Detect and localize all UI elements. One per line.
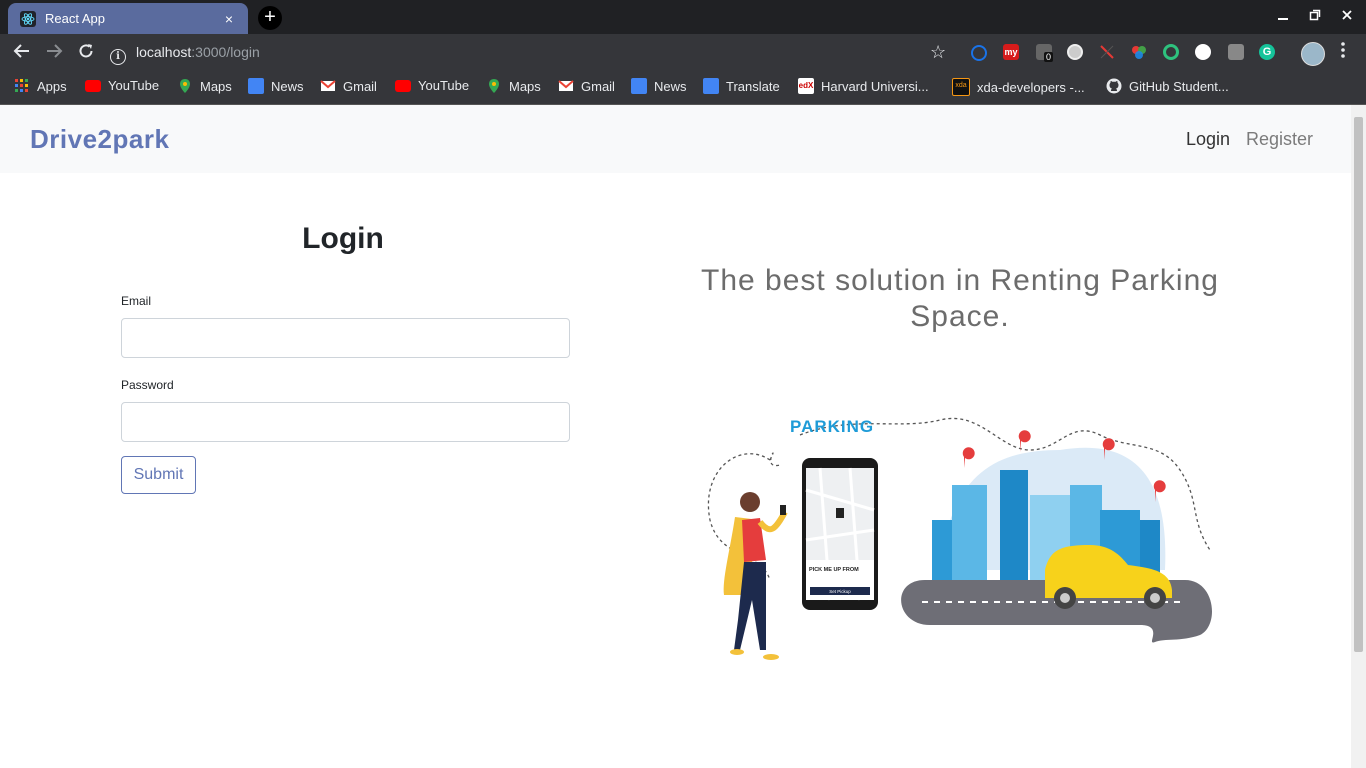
extension-white-icon[interactable] bbox=[1195, 44, 1211, 60]
bookmark-label: Apps bbox=[37, 78, 67, 94]
page-scrollbar[interactable] bbox=[1351, 105, 1366, 768]
parking-illustration: PARKING PICK ME UP FROM Set Pickup bbox=[707, 417, 1212, 660]
city-scene bbox=[901, 430, 1212, 643]
bookmark-youtube[interactable]: YouTube bbox=[395, 78, 469, 93]
forward-icon[interactable] bbox=[43, 42, 65, 62]
grammarly-icon[interactable]: G bbox=[1259, 44, 1275, 60]
bookmark-label: Gmail bbox=[343, 78, 377, 94]
bookmark-news[interactable]: News bbox=[631, 78, 687, 94]
maps-icon bbox=[180, 79, 190, 93]
bookmark-github[interactable]: GitHub Student... bbox=[1106, 78, 1229, 94]
extension-record-icon[interactable] bbox=[1067, 44, 1083, 60]
youtube-icon bbox=[395, 79, 411, 92]
bookmark-maps[interactable]: Maps bbox=[177, 78, 232, 94]
email-input[interactable] bbox=[121, 318, 570, 358]
minimize-icon[interactable] bbox=[1273, 8, 1293, 24]
bookmark-news[interactable]: News bbox=[248, 78, 304, 94]
translate-icon bbox=[703, 78, 719, 94]
bookmark-youtube[interactable]: YouTube bbox=[85, 78, 159, 93]
extension-grey-icon[interactable] bbox=[1228, 44, 1244, 60]
bookmark-gmail[interactable]: Gmail bbox=[320, 78, 377, 94]
apps-grid-icon bbox=[15, 79, 28, 92]
bookmark-label: News bbox=[271, 78, 304, 94]
github-icon bbox=[1106, 78, 1122, 94]
bookmark-label: News bbox=[654, 78, 687, 94]
phone-mockup: PICK ME UP FROM Set Pickup bbox=[802, 458, 878, 610]
youtube-icon bbox=[85, 79, 101, 92]
site-brand[interactable]: Drive2park bbox=[30, 124, 169, 155]
react-icon bbox=[20, 10, 36, 27]
login-title: Login bbox=[302, 222, 384, 255]
submit-button[interactable]: Submit bbox=[121, 456, 196, 494]
password-label: Password bbox=[121, 378, 174, 392]
address-bar[interactable]: i localhost:3000/login bbox=[110, 44, 260, 65]
bookmark-label: Maps bbox=[509, 78, 541, 94]
extension-badge: 0 bbox=[1044, 52, 1054, 62]
profile-avatar[interactable] bbox=[1301, 42, 1325, 66]
woman-figure bbox=[723, 492, 788, 660]
close-window-icon[interactable] bbox=[1337, 8, 1357, 24]
tab-title: React App bbox=[45, 11, 105, 26]
xda-icon: xda bbox=[952, 78, 970, 96]
extension-circle-icon[interactable] bbox=[971, 45, 987, 61]
bookmark-apps[interactable]: Apps bbox=[14, 78, 67, 94]
bookmark-maps[interactable]: Maps bbox=[486, 78, 541, 94]
bookmark-gmail[interactable]: Gmail bbox=[558, 78, 615, 94]
extension-colorwheel-icon[interactable] bbox=[1131, 44, 1147, 60]
browser-toolbar: i localhost:3000/login ☆ bbox=[0, 34, 1366, 70]
close-tab-icon[interactable]: × bbox=[220, 10, 238, 28]
news-icon bbox=[248, 78, 264, 94]
bookmark-label: Gmail bbox=[581, 78, 615, 94]
bookmark-label: Maps bbox=[200, 78, 232, 94]
gmail-icon bbox=[320, 80, 336, 91]
nav-register-link[interactable]: Register bbox=[1246, 129, 1313, 150]
bookmark-label: YouTube bbox=[108, 78, 160, 93]
extension-disabled-icon[interactable] bbox=[1099, 44, 1115, 60]
browser-tab[interactable]: React App × bbox=[8, 3, 248, 34]
nav-login-link[interactable]: Login bbox=[1186, 129, 1230, 150]
maximize-icon[interactable] bbox=[1305, 8, 1325, 24]
page-content: Drive2park Login Register Login Email Pa… bbox=[0, 105, 1351, 768]
phone-button-text: Set Pickup bbox=[829, 589, 851, 594]
url-path: :3000/login bbox=[191, 44, 260, 60]
browser-tab-bar: React App × + bbox=[0, 0, 1366, 34]
scrollbar-thumb[interactable] bbox=[1354, 117, 1363, 652]
extension-my-icon[interactable]: my bbox=[1003, 44, 1019, 60]
bookmark-label: Translate bbox=[726, 78, 780, 94]
extension-counter-icon[interactable]: 0 bbox=[1036, 44, 1054, 62]
phone-pickup-text: PICK ME UP FROM bbox=[809, 567, 859, 573]
bookmark-label: YouTube bbox=[418, 78, 470, 93]
parking-sign-text: PARKING bbox=[790, 417, 874, 436]
password-input[interactable] bbox=[121, 402, 570, 442]
bookmark-label: GitHub Student... bbox=[1129, 78, 1229, 94]
maps-icon bbox=[489, 79, 499, 93]
back-icon[interactable] bbox=[11, 42, 33, 62]
menu-kebab-icon[interactable] bbox=[1340, 41, 1348, 59]
new-tab-button[interactable]: + bbox=[258, 6, 282, 30]
hero-tagline: The best solution in Renting Parking Spa… bbox=[701, 264, 1219, 333]
bookmark-harvard[interactable]: edX Harvard Universi... bbox=[798, 78, 929, 94]
news-icon bbox=[631, 78, 647, 94]
gmail-icon bbox=[558, 80, 574, 91]
email-label: Email bbox=[121, 294, 152, 308]
url-host: localhost bbox=[136, 44, 192, 60]
bookmarks-bar: Apps YouTube Maps News Gmail YouTube Map… bbox=[0, 70, 1366, 105]
extension-ring-icon[interactable] bbox=[1163, 44, 1179, 60]
bookmark-label: xda-developers -... bbox=[977, 79, 1085, 95]
bookmark-label: Harvard Universi... bbox=[821, 78, 929, 94]
edx-icon: edX bbox=[798, 78, 814, 94]
site-info-icon[interactable]: i bbox=[110, 49, 126, 65]
reload-icon[interactable] bbox=[75, 42, 97, 62]
bookmark-xda[interactable]: xda xda-developers -... bbox=[952, 78, 1085, 96]
bookmark-translate[interactable]: Translate bbox=[703, 78, 780, 94]
site-navbar: Drive2park Login Register bbox=[0, 105, 1351, 173]
bookmark-star-icon[interactable]: ☆ bbox=[930, 42, 946, 63]
